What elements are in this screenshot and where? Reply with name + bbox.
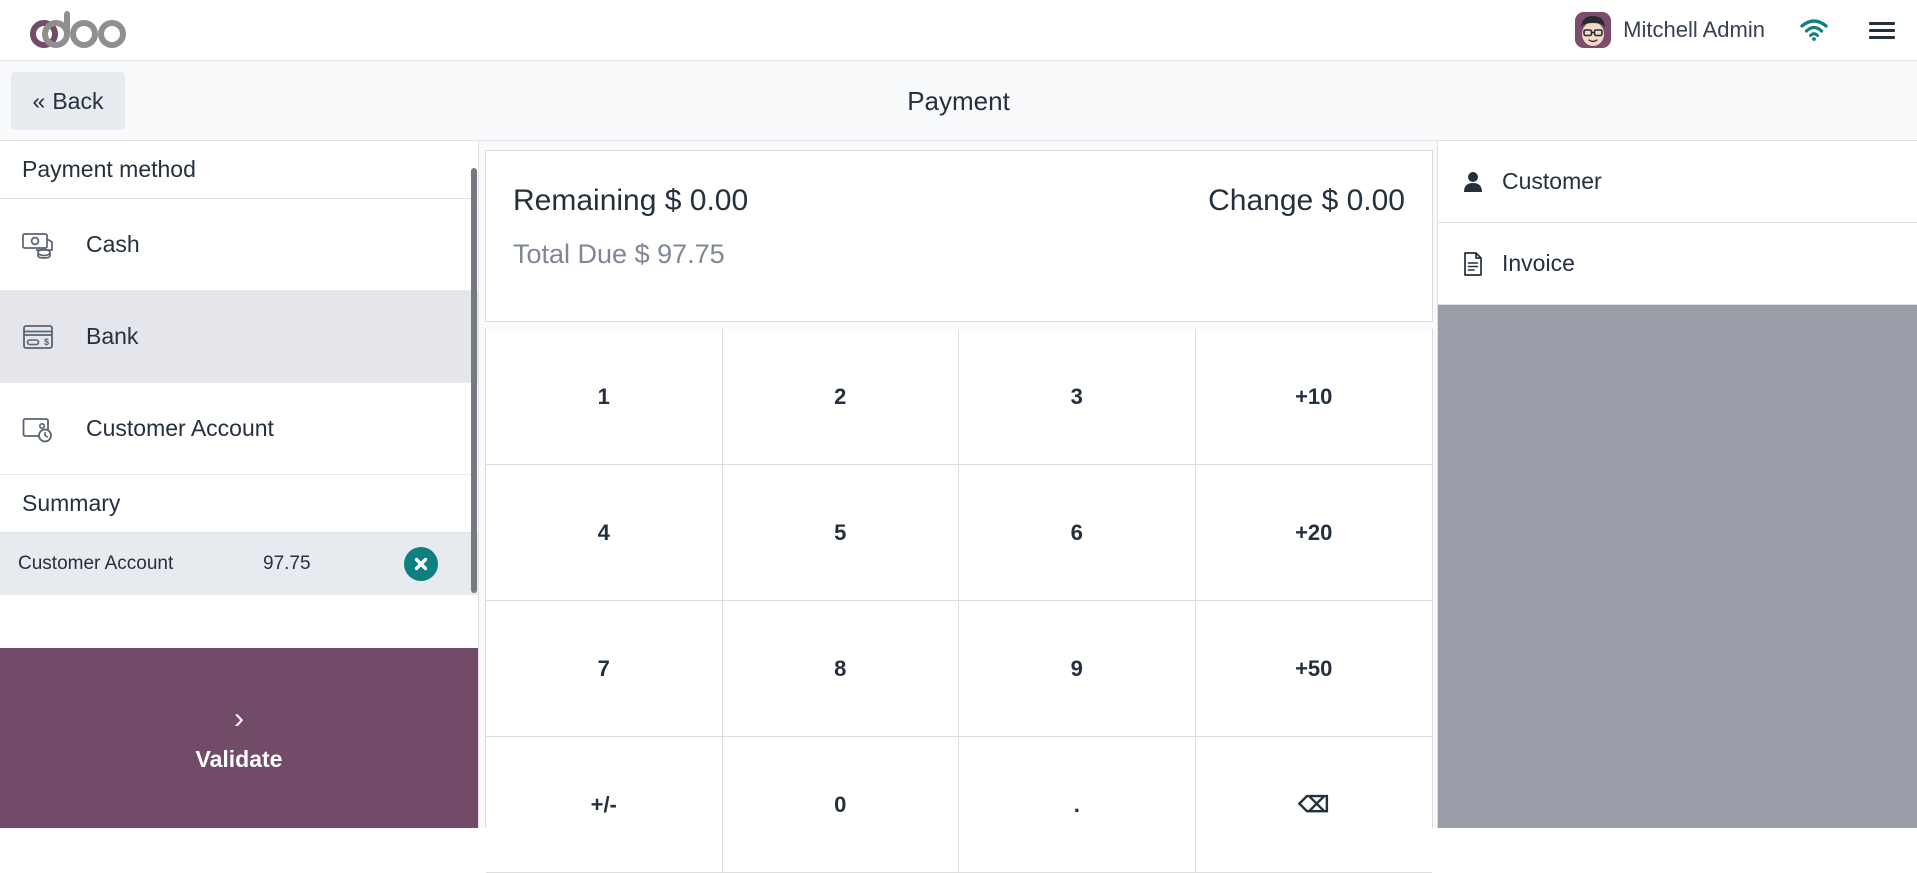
numpad-key-1[interactable]: 1 (486, 329, 723, 465)
svg-text:$: $ (44, 337, 49, 347)
sub-header: Payment « Back (0, 61, 1917, 141)
numpad-key-2[interactable]: 2 (722, 329, 959, 465)
total-due-row: Total Due $ 97.75 (513, 239, 725, 270)
numpad-key-plus10[interactable]: +10 (1195, 329, 1432, 465)
page-title: Payment (907, 85, 1010, 116)
numpad-key-0[interactable]: 0 (722, 737, 959, 873)
document-icon (1458, 250, 1488, 278)
validate-button-label: Validate (195, 745, 283, 772)
numpad-key-plus50[interactable]: +50 (1195, 601, 1432, 737)
customer-button[interactable]: Customer (1438, 141, 1917, 223)
total-due-label: Total Due (513, 239, 628, 269)
change-label: Change (1208, 184, 1314, 217)
numpad-key-backspace[interactable]: ⌫ (1195, 737, 1432, 873)
avatar[interactable] (1575, 12, 1612, 48)
person-icon (1458, 168, 1488, 196)
numpad-key-sign[interactable]: +/- (486, 737, 723, 873)
payment-method-scrollbar[interactable] (471, 168, 477, 593)
numpad-key-4[interactable]: 4 (486, 465, 723, 601)
order-options-panel: Customer Invoice (1437, 141, 1917, 828)
back-button-label: Back (52, 87, 104, 114)
payment-method-label: Bank (86, 323, 139, 349)
numpad-key-6[interactable]: 6 (959, 465, 1196, 601)
summary-line-amount: 97.75 (263, 553, 311, 574)
change-value: $ 0.00 (1321, 184, 1405, 217)
change-group: Change $ 0.00 (1208, 184, 1405, 218)
numpad: 1 2 3 +10 4 5 6 +20 7 8 9 +50 +/- 0 . ⌫ (485, 329, 1433, 873)
top-bar-right: Mitchell Admin (1575, 12, 1895, 48)
chevron-right-icon: › (234, 701, 244, 735)
payment-method-customer-account[interactable]: Customer Account (0, 383, 478, 475)
payment-method-cash[interactable]: Cash (0, 199, 478, 291)
credit-card-icon: $ (22, 317, 68, 357)
numpad-key-8[interactable]: 8 (722, 601, 959, 737)
customer-button-label: Customer (1502, 168, 1602, 194)
payment-numpad-panel: Remaining $ 0.00 Change $ 0.00 Total Due… (483, 141, 1436, 873)
validate-button[interactable]: › Validate (0, 648, 478, 828)
chevron-left-double-icon: « (32, 87, 46, 114)
main-content: Payment method Cash $ Bank Customer Acco… (0, 141, 1917, 873)
wifi-icon[interactable] (1799, 18, 1829, 42)
total-due-value: $ 97.75 (634, 239, 725, 269)
invoice-button[interactable]: Invoice (1438, 223, 1917, 305)
summary-line-name: Customer Account (18, 553, 174, 574)
payment-method-panel: Payment method Cash $ Bank Customer Acco… (0, 141, 479, 828)
payment-method-bank[interactable]: $ Bank (0, 291, 478, 383)
wallet-clock-icon (22, 409, 68, 449)
top-bar: Mitchell Admin (0, 0, 1917, 61)
close-circle-icon[interactable] (404, 547, 438, 581)
remaining-group: Remaining $ 0.00 (513, 184, 748, 218)
cash-icon (22, 225, 68, 265)
summary-header: Summary (0, 475, 478, 533)
username-label: Mitchell Admin (1623, 17, 1765, 42)
summary-line-item[interactable]: Customer Account 97.75 (0, 533, 478, 595)
numpad-key-plus20[interactable]: +20 (1195, 465, 1432, 601)
numpad-key-decimal[interactable]: . (959, 737, 1196, 873)
remaining-label: Remaining (513, 184, 657, 217)
remaining-value: $ 0.00 (664, 184, 749, 217)
numpad-key-3[interactable]: 3 (959, 329, 1196, 465)
payment-method-label: Customer Account (86, 415, 274, 441)
hamburger-menu-icon[interactable] (1869, 21, 1895, 39)
numpad-key-5[interactable]: 5 (722, 465, 959, 601)
odoo-logo[interactable] (27, 10, 177, 50)
payment-method-label: Cash (86, 231, 140, 257)
payment-method-header: Payment method (0, 141, 478, 199)
totals-card: Remaining $ 0.00 Change $ 0.00 Total Due… (485, 150, 1433, 322)
invoice-button-label: Invoice (1502, 250, 1575, 276)
order-options-filler (1438, 305, 1917, 828)
numpad-key-7[interactable]: 7 (486, 601, 723, 737)
totals-primary-row: Remaining $ 0.00 Change $ 0.00 (486, 184, 1432, 218)
numpad-key-9[interactable]: 9 (959, 601, 1196, 737)
back-button[interactable]: « Back (11, 72, 125, 130)
